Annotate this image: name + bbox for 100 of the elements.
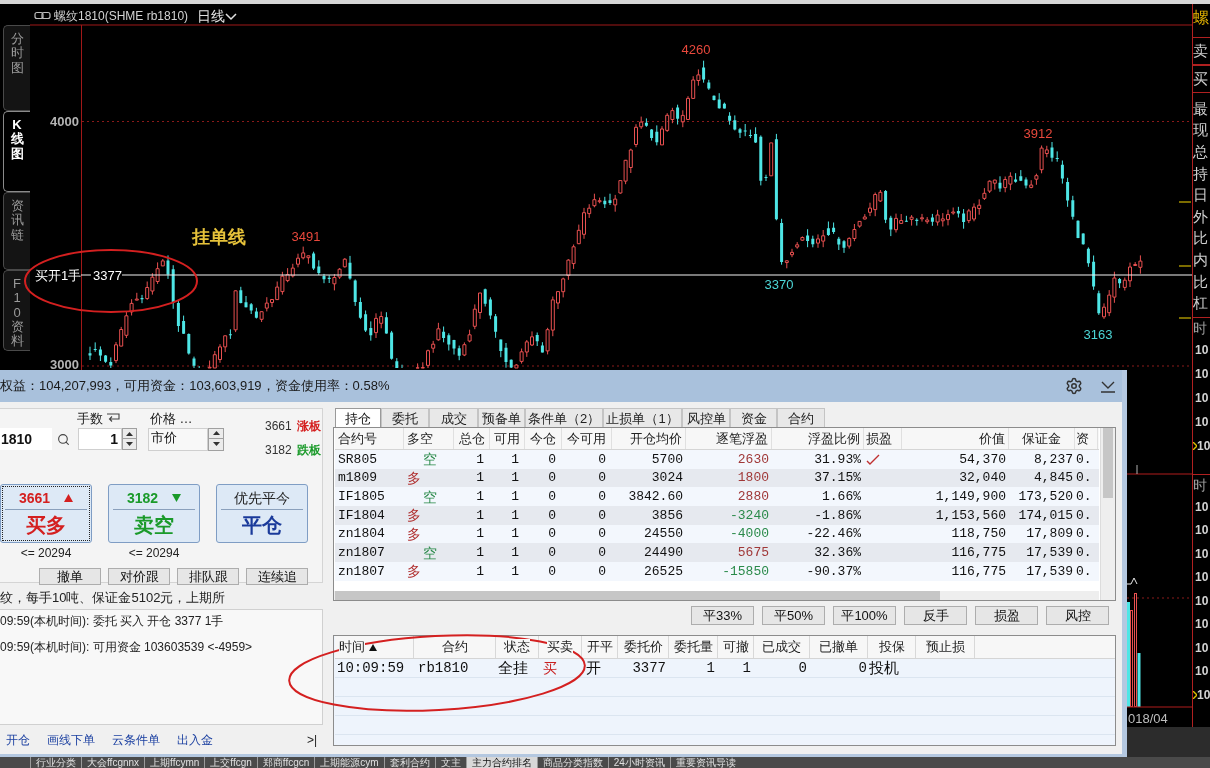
column-header[interactable]: 可撤 (722, 639, 749, 655)
column-header[interactable]: 合约 (441, 639, 468, 655)
column-header[interactable]: 委托量 (673, 639, 713, 655)
column-header[interactable]: 开平 (586, 639, 613, 655)
price-type-select[interactable]: 市价 (148, 427, 208, 451)
column-header[interactable]: 状态 (504, 639, 530, 655)
column-header[interactable]: 损盈 (864, 428, 902, 449)
check-icon[interactable] (866, 453, 880, 465)
column-header[interactable]: 可用 (490, 428, 525, 449)
quantity-input[interactable]: 1 (78, 428, 122, 450)
order-line-price: 3377 (93, 268, 122, 283)
link-icon[interactable] (34, 11, 51, 20)
column-header[interactable]: 浮盈比例 (772, 428, 864, 449)
period-dropdown[interactable]: 日线 (197, 8, 237, 24)
position-action-button[interactable]: 平50% (762, 606, 825, 625)
table-cell-text: 0 (597, 544, 607, 563)
position-row[interactable]: zn1807 多 1 1 0 0 26525 -15850 -90.37% 116,775 17,539 0. (335, 562, 1099, 581)
direction-label: 多 (406, 470, 421, 487)
trade-tab[interactable]: 持仓 (335, 408, 381, 427)
toolbar-link[interactable]: 云条件单 (112, 731, 160, 748)
column-header[interactable]: 保证金 (1009, 428, 1075, 449)
trade-tab[interactable]: 成交 (429, 408, 478, 427)
position-action-button[interactable]: 风控 (1046, 606, 1109, 625)
order-action-button[interactable]: 撤单 (39, 568, 101, 585)
table-cell-text: m1809 (337, 469, 378, 488)
tick-time-value: 10 (1195, 523, 1209, 538)
column-header[interactable]: 今仓 (525, 428, 562, 449)
contract-input[interactable]: 1810 (0, 428, 52, 450)
spin-down-button[interactable] (208, 439, 224, 451)
buy-long-button[interactable]: 3661 买多 (0, 484, 92, 543)
table-cell-text: rb1810 (417, 659, 470, 677)
column-header[interactable]: 预止损 (925, 639, 965, 655)
trade-tab[interactable]: 合约 (777, 408, 825, 427)
chart-view-tab[interactable]: 资讯链 (3, 192, 30, 270)
toolbar-link[interactable]: 开仓 (6, 731, 30, 748)
search-icon[interactable] (57, 432, 70, 446)
position-action-button[interactable]: 平100% (833, 606, 896, 625)
column-header[interactable]: 逐笔浮盈 (686, 428, 772, 449)
vertical-scrollbar[interactable] (1100, 428, 1115, 600)
table-cell-text: SR805 (337, 450, 378, 469)
table-cell-text: 全挂 (497, 659, 529, 677)
column-header[interactable]: 资 (1075, 428, 1098, 449)
chart-view-tab[interactable]: F10资料 (3, 270, 30, 351)
tick-time-value: 10 (1195, 546, 1209, 561)
column-header[interactable]: 买卖 (547, 639, 573, 655)
toolbar-link[interactable]: 画线下单 (47, 731, 95, 748)
collapse-toggle[interactable]: >| (306, 731, 317, 748)
tick-time-value: 10 (1195, 617, 1209, 632)
trade-tab[interactable]: 条件单（2） (525, 408, 603, 427)
limit-down-label: 跌板 (296, 442, 321, 459)
trade-tab[interactable]: 风控单 (682, 408, 730, 427)
direction-label: 多 (406, 563, 421, 580)
table-cell-text: -3240 (729, 506, 770, 525)
column-header[interactable]: 多空 (404, 428, 454, 449)
chart-view-tab[interactable]: 分时图 (3, 25, 30, 111)
table-cell-text: 1 (475, 450, 485, 469)
column-header[interactable]: 价值 (902, 428, 1009, 449)
close-position-button[interactable]: 优先平今 平仓 (216, 484, 308, 543)
trade-tab[interactable]: 委托 (381, 408, 429, 427)
order-price-line[interactable] (80, 274, 1192, 276)
price-tick-mark (1178, 317, 1192, 319)
column-header[interactable]: 总仓 (454, 428, 490, 449)
horizontal-scrollbar[interactable] (334, 591, 1099, 600)
column-header[interactable]: 已撤单 (819, 639, 858, 655)
order-row[interactable]: 10:09:59 rb1810 全挂 买 开 3377 1 1 0 0 投机 (335, 659, 1115, 678)
column-header[interactable]: 委托价 (623, 639, 663, 655)
position-row[interactable]: zn1807 空 1 1 0 0 24490 5675 32.36% 116,775 17,539 0. (335, 543, 1099, 563)
column-header[interactable]: 已成交 (762, 639, 801, 655)
order-action-button[interactable]: 连续追 (246, 568, 308, 585)
settings-icon[interactable] (1065, 377, 1083, 395)
column-header[interactable]: 今可用 (562, 428, 612, 449)
spin-up-button[interactable] (208, 427, 224, 439)
spin-down-button[interactable] (122, 439, 137, 450)
price-axis-label: 3000 (50, 357, 79, 372)
position-action-button[interactable]: 损盈 (975, 606, 1038, 625)
trade-tab[interactable]: 预备单 (478, 408, 525, 427)
collapse-icon[interactable] (1100, 379, 1116, 393)
spin-up-button[interactable] (122, 428, 137, 439)
position-row[interactable]: IF1804 多 1 1 0 0 3856 -3240 -1.86% 1,153,560 174,015 0. (335, 506, 1099, 525)
column-header[interactable]: 合约号 (335, 428, 404, 449)
position-row[interactable]: SR805 空 1 1 0 0 5700 2630 31.93% 54,370 8,237 0. (335, 450, 1099, 469)
position-row[interactable]: IF1805 空 1 1 0 0 3842.60 2880 1.66% 1,149,900 173,520 0. (335, 487, 1099, 507)
column-header[interactable]: 开仓均价 (612, 428, 686, 449)
position-action-button[interactable]: 反手 (904, 606, 967, 625)
trade-tab[interactable]: 止损单（1） (603, 408, 682, 427)
trade-tab[interactable]: 资金 (730, 408, 777, 427)
chart-view-tab[interactable]: K线图 (3, 111, 30, 192)
instrument-name: 螺 (1193, 8, 1210, 28)
table-cell-text: 0 (547, 525, 557, 544)
table-cell-text: 1,153,560 (934, 506, 1007, 525)
return-arrow-icon[interactable] (106, 413, 120, 424)
position-action-button[interactable]: 平33% (691, 606, 754, 625)
column-header[interactable]: 时间 (339, 639, 365, 655)
column-header[interactable]: 投保 (878, 639, 905, 655)
toolbar-link[interactable]: 出入金 (177, 731, 213, 748)
order-action-button[interactable]: 对价跟 (108, 568, 170, 585)
direction-label: 多 (406, 507, 421, 524)
tick-time-value: 10 (1195, 342, 1209, 357)
quantity-label: 手数 (77, 410, 103, 427)
order-action-button[interactable]: 排队跟 (177, 568, 239, 585)
